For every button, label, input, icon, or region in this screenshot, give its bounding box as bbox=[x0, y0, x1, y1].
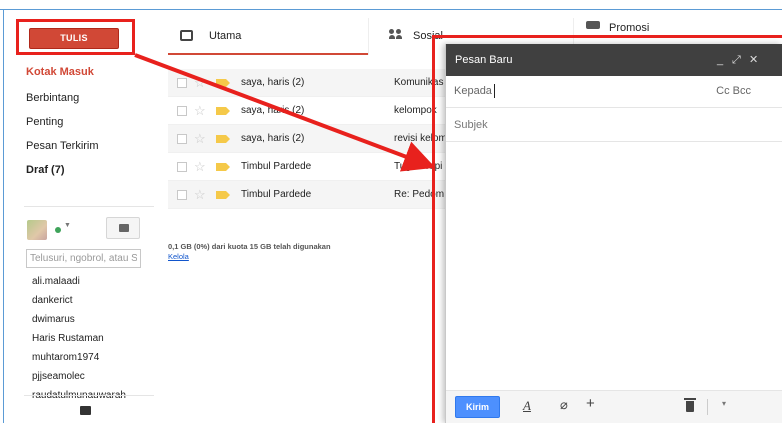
chevron-down-icon[interactable]: ▼ bbox=[64, 222, 71, 229]
divider bbox=[24, 395, 154, 396]
compose-button[interactable]: TULIS bbox=[29, 28, 119, 49]
close-icon[interactable]: ✕ bbox=[749, 44, 758, 76]
more-options-icon[interactable]: ▾ bbox=[722, 399, 726, 408]
email-sender: saya, haris (2) bbox=[241, 105, 305, 116]
nav-item-important[interactable]: Penting bbox=[26, 110, 151, 134]
text-cursor bbox=[494, 84, 495, 98]
nav-item-inbox[interactable]: Kotak Masuk bbox=[26, 65, 151, 86]
cc-bcc-link[interactable]: Cc Bcc bbox=[716, 85, 751, 97]
chat-contact-list: ali.malaadi dankerict dwimarus Haris Rus… bbox=[32, 272, 152, 405]
select-checkbox[interactable] bbox=[177, 134, 187, 144]
star-icon[interactable]: ☆ bbox=[194, 125, 206, 153]
email-sender: Timbul Pardede bbox=[241, 161, 312, 172]
email-sender: saya, haris (2) bbox=[241, 133, 305, 144]
important-marker-icon[interactable] bbox=[216, 135, 230, 143]
compose-header[interactable]: Pesan Baru _ ⤢ ✕ bbox=[446, 44, 782, 76]
compose-window: Pesan Baru _ ⤢ ✕ Kepada Cc Bcc Subjek Ki… bbox=[445, 44, 782, 423]
expand-icon[interactable]: ⤢ bbox=[732, 44, 741, 76]
star-icon[interactable]: ☆ bbox=[194, 97, 206, 125]
compose-title: Pesan Baru bbox=[455, 54, 513, 66]
email-subject: Komunikas bbox=[394, 77, 444, 88]
avatar[interactable] bbox=[27, 220, 47, 240]
trash-icon[interactable] bbox=[684, 398, 696, 412]
chat-contact[interactable]: dwimarus bbox=[32, 310, 152, 329]
select-checkbox[interactable] bbox=[177, 162, 187, 172]
important-marker-icon[interactable] bbox=[216, 107, 230, 115]
star-icon[interactable]: ☆ bbox=[194, 69, 206, 97]
window-left-edge bbox=[0, 10, 4, 423]
subject-label: Subjek bbox=[454, 119, 488, 131]
sidebar: TULIS Kotak Masuk Berbintang Penting Pes… bbox=[20, 20, 155, 423]
chat-contact[interactable]: Haris Rustaman bbox=[32, 329, 152, 348]
select-checkbox[interactable] bbox=[177, 106, 187, 116]
chat-contact[interactable]: muhtarom1974 bbox=[32, 348, 152, 367]
email-subject: kelompok bbox=[394, 105, 437, 116]
tag-icon bbox=[586, 21, 600, 29]
nav-item-sent[interactable]: Pesan Terkirim bbox=[26, 134, 151, 158]
people-icon bbox=[389, 29, 403, 41]
chat-contact[interactable]: dankerict bbox=[32, 291, 152, 310]
online-status-icon[interactable] bbox=[55, 227, 61, 233]
email-subject: Re: Pedom bbox=[394, 189, 445, 200]
nav-item-starred[interactable]: Berbintang bbox=[26, 86, 151, 110]
recipient-label: Kepada bbox=[454, 85, 492, 97]
nav-item-drafts[interactable]: Draf (7) bbox=[26, 158, 151, 182]
email-sender: Timbul Pardede bbox=[241, 189, 312, 200]
more-insert-icon[interactable]: + bbox=[586, 395, 595, 412]
star-icon[interactable]: ☆ bbox=[194, 181, 206, 209]
send-button[interactable]: Kirim bbox=[455, 396, 500, 418]
chat-bubble-icon[interactable] bbox=[80, 406, 91, 415]
minimize-icon[interactable]: _ bbox=[717, 44, 723, 76]
chat-contact[interactable]: ali.malaadi bbox=[32, 272, 152, 291]
tab-label: Sosial bbox=[413, 30, 443, 42]
important-marker-icon[interactable] bbox=[216, 79, 230, 87]
email-subject: revisi kelom bbox=[394, 133, 447, 144]
divider bbox=[707, 399, 708, 415]
manage-storage-link[interactable]: Kelola bbox=[168, 252, 189, 261]
email-subject: Tugas Topi bbox=[394, 161, 443, 172]
important-marker-icon[interactable] bbox=[216, 163, 230, 171]
tab-label: Promosi bbox=[609, 22, 650, 34]
tab-primary[interactable]: Utama bbox=[168, 18, 368, 55]
compose-toolbar: Kirim A ⌀ + ▾ bbox=[446, 390, 782, 423]
tab-label: Utama bbox=[209, 30, 242, 42]
email-sender: saya, haris (2) bbox=[241, 77, 305, 88]
subject-field[interactable]: Subjek bbox=[446, 108, 782, 142]
attach-icon[interactable]: ⌀ bbox=[560, 397, 568, 413]
formatting-icon[interactable]: A bbox=[523, 398, 531, 414]
select-checkbox[interactable] bbox=[177, 190, 187, 200]
important-marker-icon[interactable] bbox=[216, 191, 230, 199]
chat-contact[interactable]: pjjseamolec bbox=[32, 367, 152, 386]
recipient-field[interactable]: Kepada Cc Bcc bbox=[446, 76, 782, 108]
storage-quota: 0,1 GB (0%) dari kuota 15 GB telah digun… bbox=[168, 242, 331, 251]
select-checkbox[interactable] bbox=[177, 78, 187, 88]
star-icon[interactable]: ☆ bbox=[194, 153, 206, 181]
inbox-icon bbox=[180, 30, 193, 41]
chat-search-input[interactable] bbox=[26, 249, 141, 268]
video-call-button[interactable] bbox=[106, 217, 140, 239]
video-camera-icon bbox=[119, 224, 129, 232]
mail-nav: Kotak Masuk Berbintang Penting Pesan Ter… bbox=[26, 65, 151, 182]
divider bbox=[24, 206, 154, 207]
window-top-edge bbox=[0, 0, 782, 10]
